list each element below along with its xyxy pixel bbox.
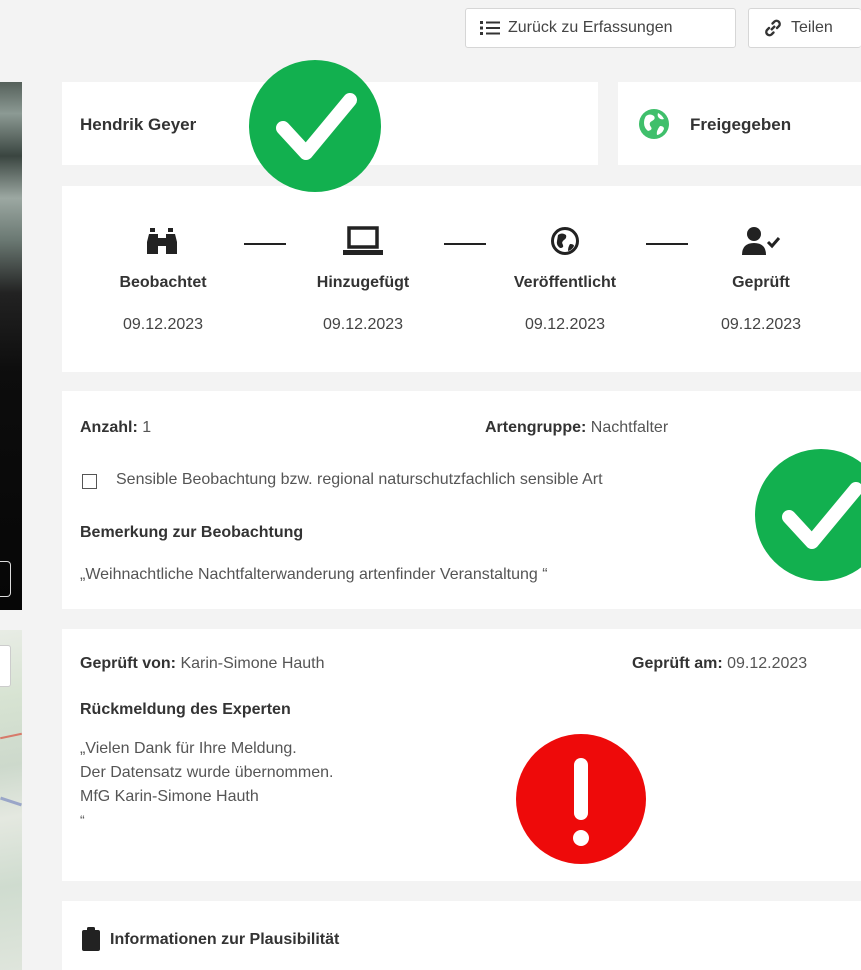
observer-name: Hendrik Geyer [80, 115, 197, 134]
link-icon [765, 19, 781, 37]
check-icon [782, 482, 861, 549]
step-label: Hinzugefügt [316, 274, 410, 291]
observation-photo[interactable] [0, 82, 22, 610]
laptop-icon [343, 226, 383, 255]
status-card: Freigegeben [618, 82, 861, 165]
timeline-step-published: Veröffentlicht 09.12.2023 [500, 220, 630, 334]
checked-on-label: Geprüft am: [632, 655, 723, 672]
map-zoom-control[interactable] [0, 645, 11, 687]
step-label: Beobachtet [119, 274, 207, 291]
species-group-label: Artengruppe: [485, 419, 587, 436]
globe-outline-icon [551, 227, 579, 255]
timeline-connector [444, 243, 486, 245]
timeline-step-observed: Beobachtet 09.12.2023 [98, 220, 228, 334]
count-label: Anzahl: [80, 419, 138, 436]
timeline-step-checked: Geprüft 09.12.2023 [696, 220, 826, 334]
count-field: Anzahl: 1 [80, 419, 151, 437]
feedback-line: „Vielen Dank für Ihre Meldung. [80, 740, 297, 757]
timeline-step-added: Hinzugefügt 09.12.2023 [298, 220, 428, 334]
sensitive-checkbox-label: Sensible Beobachtung bzw. regional natur… [116, 471, 603, 488]
plausibility-title: Informationen zur Plausibilität [110, 931, 340, 948]
user-check-icon [742, 227, 781, 255]
remark-title: Bemerkung zur Beobachtung [80, 524, 304, 541]
species-group-value: Nachtfalter [590, 419, 669, 436]
feedback-line: “ [80, 812, 85, 828]
timeline-connector [244, 243, 286, 245]
species-group-field: Artengruppe: Nachtfalter [485, 419, 668, 437]
feedback-line: MfG Karin-Simone Hauth [80, 788, 259, 805]
back-to-records-button[interactable]: Zurück zu Erfassungen [465, 8, 736, 48]
step-label: Geprüft [732, 274, 790, 291]
share-button[interactable]: Teilen [748, 8, 861, 48]
checked-by-label: Geprüft von: [80, 655, 176, 672]
checked-on-value: 09.12.2023 [727, 655, 808, 672]
timeline-connector [646, 243, 688, 245]
back-button-label: Zurück zu Erfassungen [508, 19, 673, 36]
checked-by-field: Geprüft von: Karin-Simone Hauth [80, 655, 325, 673]
globe-icon [639, 109, 669, 139]
list-icon [480, 21, 500, 35]
step-label: Veröffentlicht [513, 274, 617, 291]
checked-by-value: Karin-Simone Hauth [180, 655, 325, 672]
remark-text: „Weihnachtliche Nachtfalterwanderung art… [80, 566, 548, 583]
green-check-badge [755, 449, 861, 581]
photo-control-button[interactable] [0, 561, 11, 597]
step-date: 09.12.2023 [322, 316, 404, 333]
checked-on-field: Geprüft am: 09.12.2023 [632, 655, 807, 673]
status-label: Freigegeben [690, 115, 792, 134]
green-check-badge [249, 60, 381, 192]
step-date: 09.12.2023 [524, 316, 606, 333]
feedback-title: Rückmeldung des Experten [80, 701, 291, 718]
share-button-label: Teilen [791, 19, 833, 36]
count-value: 1 [142, 419, 152, 436]
step-date: 09.12.2023 [122, 316, 204, 333]
exclamation-icon [573, 758, 589, 846]
check-icon [276, 93, 357, 160]
sensitive-checkbox[interactable] [82, 474, 97, 489]
clipboard-icon [82, 927, 100, 951]
step-date: 09.12.2023 [720, 316, 802, 333]
plausibility-card: Informationen zur Plausibilität [62, 901, 861, 970]
binoculars-icon [147, 228, 177, 254]
red-warning-badge [516, 734, 646, 864]
feedback-line: Der Datensatz wurde übernommen. [80, 764, 334, 781]
